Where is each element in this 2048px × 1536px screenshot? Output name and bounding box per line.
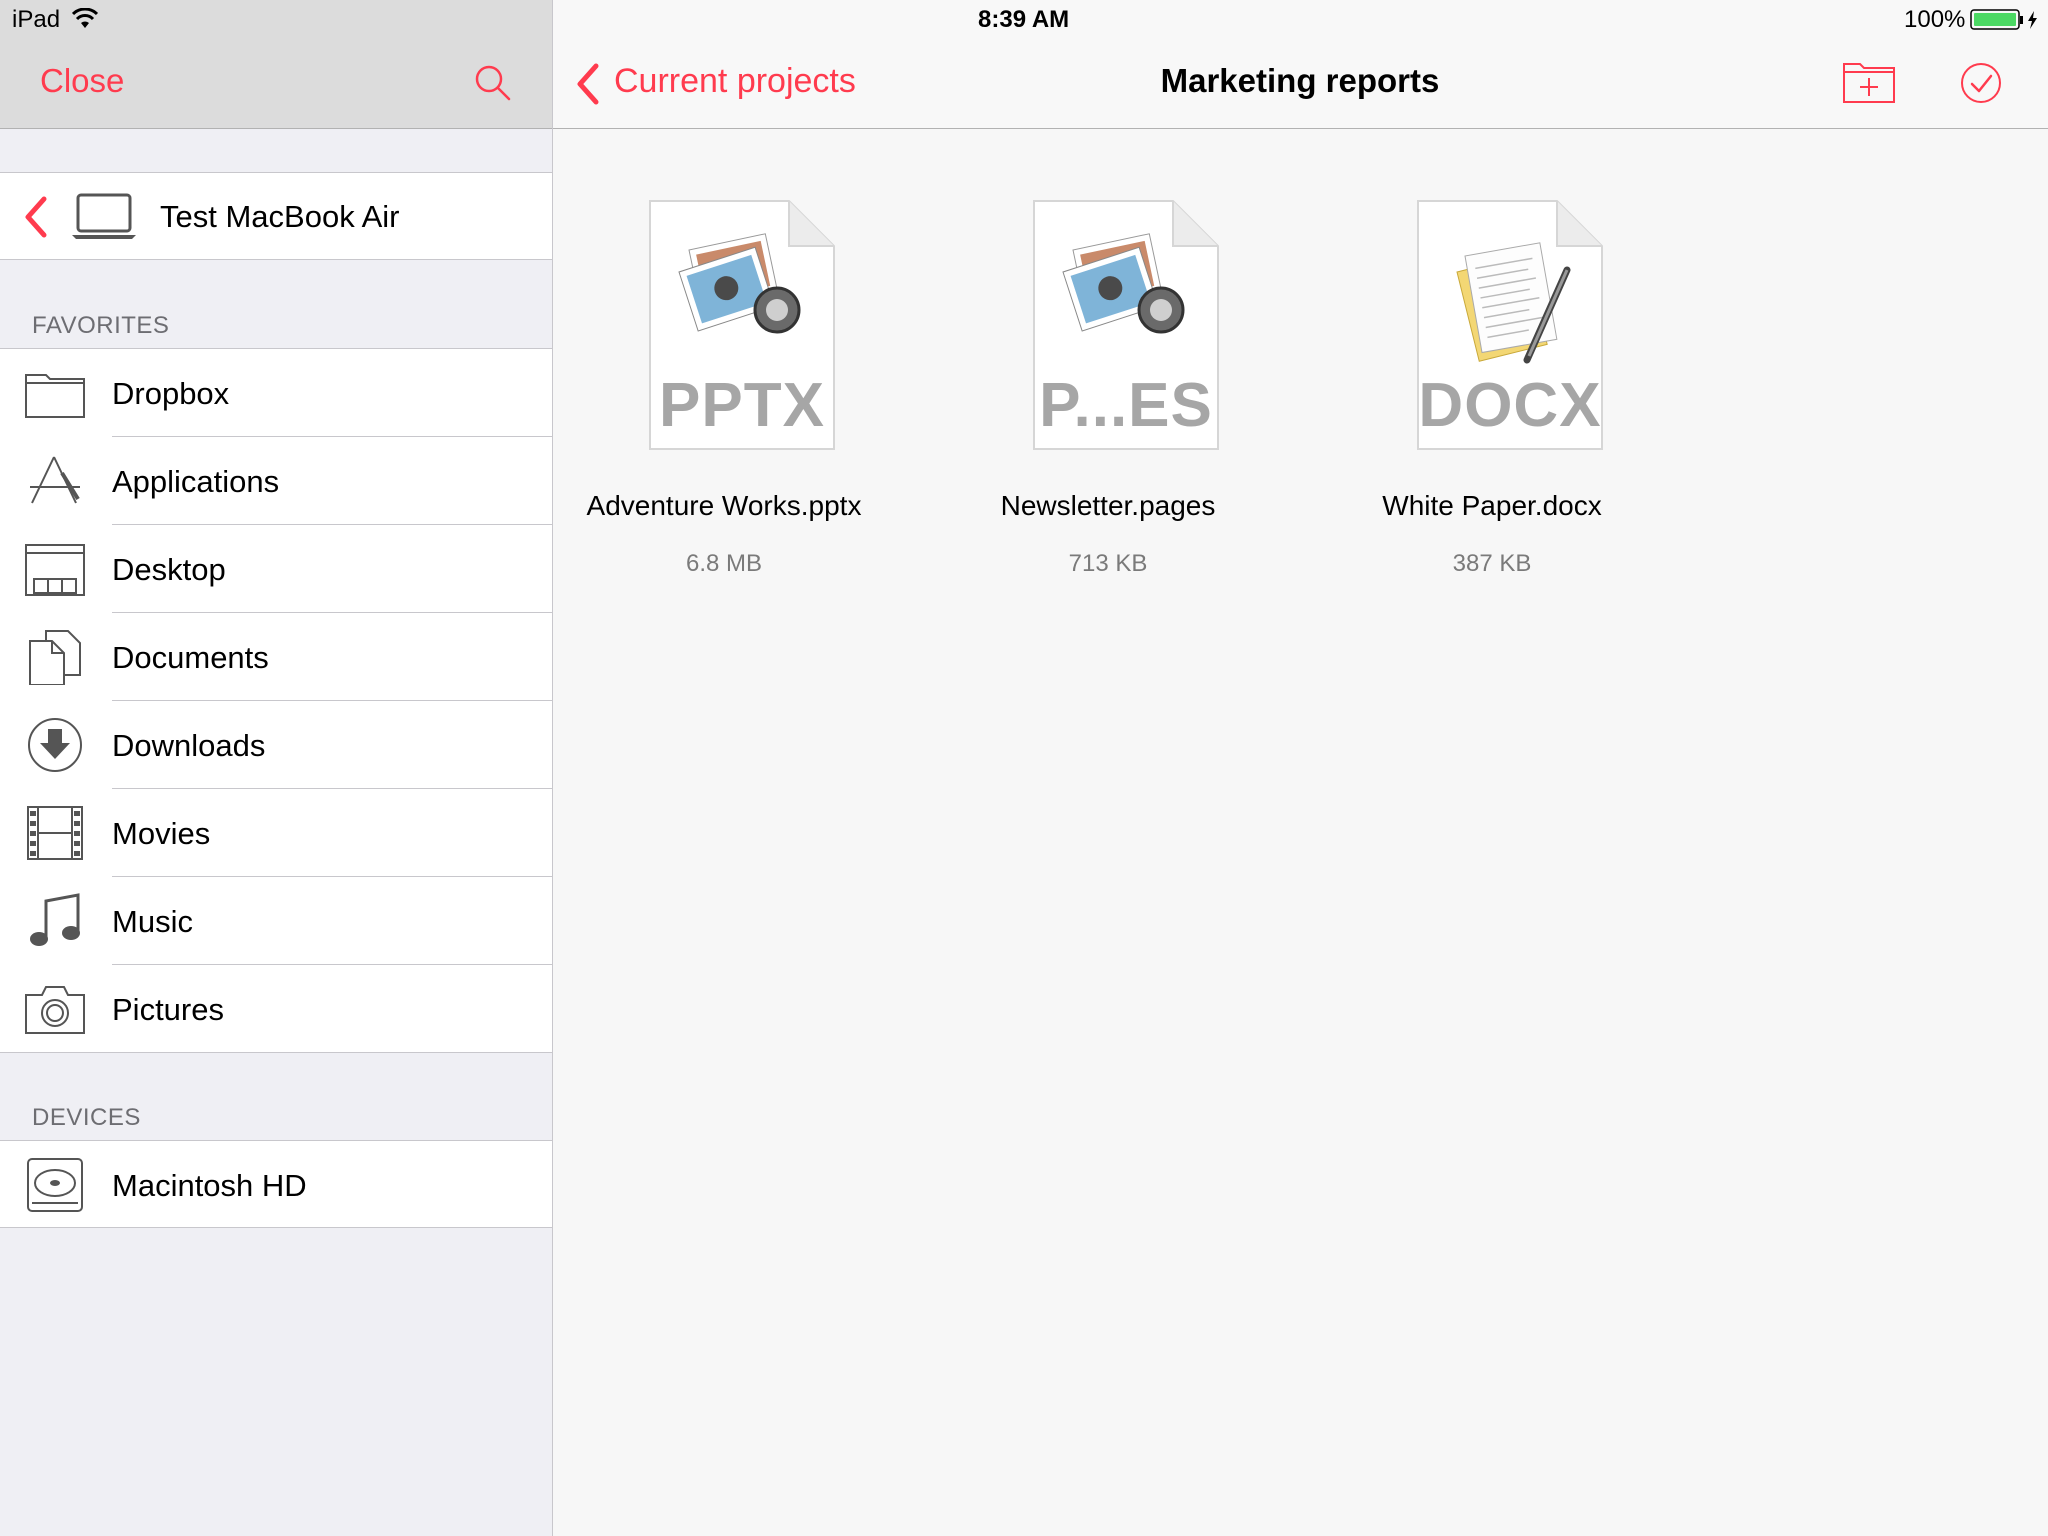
music-note-icon: [30, 893, 80, 946]
battery-percent: 100%: [1904, 6, 1966, 33]
new-folder-icon[interactable]: [1842, 58, 1896, 104]
file-size: 6.8 MB: [685, 550, 763, 577]
sidebar-item-label: Macintosh HD: [112, 1168, 307, 1203]
camera-icon: [25, 986, 85, 1034]
sidebar-item-label: Movies: [112, 816, 211, 851]
documents-icon: [29, 630, 81, 685]
devices-header: DEVICES: [32, 1104, 141, 1131]
status-time: 8:39 AM: [978, 6, 1070, 33]
close-button[interactable]: Close: [40, 62, 124, 100]
device-name: iPad: [12, 6, 61, 33]
file-extension-label: P...ES: [1039, 371, 1213, 440]
folder-icon: [25, 374, 85, 418]
downloads-icon: [28, 718, 82, 772]
divider: [0, 1052, 552, 1053]
sidebar-item-applications[interactable]: Applications: [0, 437, 552, 525]
back-button[interactable]: Current projects: [614, 62, 856, 101]
divider: [0, 1227, 552, 1228]
file-size: 387 KB: [1452, 550, 1532, 577]
file-extension-label: DOCX: [1418, 371, 1602, 440]
file-item-white-paper[interactable]: DOCX White Paper.docx 387 KB: [1342, 200, 1642, 600]
wifi-icon: [72, 8, 98, 28]
file-item-newsletter[interactable]: P...ES Newsletter.pages 713 KB: [958, 200, 1258, 600]
back-chevron-icon[interactable]: [574, 62, 602, 106]
computer-name: Test MacBook Air: [160, 199, 400, 234]
back-chevron-icon[interactable]: [22, 195, 50, 239]
file-name: White Paper.docx: [1382, 490, 1602, 521]
applications-icon: [30, 456, 80, 504]
file-item-adventure-works[interactable]: PPTX Adventure Works.pptx 6.8 MB: [574, 200, 874, 600]
sidebar-item-label: Desktop: [112, 552, 226, 587]
sidebar-item-pictures[interactable]: Pictures: [0, 965, 552, 1053]
sidebar-item-macintosh-hd[interactable]: Macintosh HD: [0, 1141, 552, 1227]
file-extension-label: PPTX: [659, 371, 825, 440]
favorites-header: FAVORITES: [32, 312, 170, 339]
hard-drive-icon: [27, 1158, 83, 1212]
laptop-icon: [72, 193, 136, 239]
page-title: Marketing reports: [1160, 62, 1440, 99]
desktop-icon: [25, 544, 85, 596]
sidebar-item-music[interactable]: Music: [0, 877, 552, 965]
sidebar-item-desktop[interactable]: Desktop: [0, 525, 552, 613]
sidebar-item-downloads[interactable]: Downloads: [0, 701, 552, 789]
sidebar-item-label: Applications: [112, 464, 280, 499]
sidebar-item-label: Dropbox: [112, 376, 230, 411]
battery-icon: [1970, 9, 2037, 30]
file-name: Newsletter.pages: [1000, 490, 1216, 521]
file-size: 713 KB: [1068, 550, 1148, 577]
file-name: Adventure Works.pptx: [586, 490, 862, 521]
sidebar-item-label: Documents: [112, 640, 269, 675]
sidebar-item-documents[interactable]: Documents: [0, 613, 552, 701]
sidebar-item-movies[interactable]: Movies: [0, 789, 552, 877]
search-icon[interactable]: [472, 62, 512, 102]
computer-row[interactable]: Test MacBook Air: [0, 172, 552, 260]
sidebar-item-label: Music: [112, 904, 193, 939]
sidebar-item-dropbox[interactable]: Dropbox: [0, 349, 552, 437]
film-icon: [27, 806, 83, 860]
sidebar-item-label: Pictures: [112, 992, 224, 1027]
sidebar-item-label: Downloads: [112, 728, 266, 763]
select-checkmark-icon[interactable]: [1960, 62, 2002, 104]
